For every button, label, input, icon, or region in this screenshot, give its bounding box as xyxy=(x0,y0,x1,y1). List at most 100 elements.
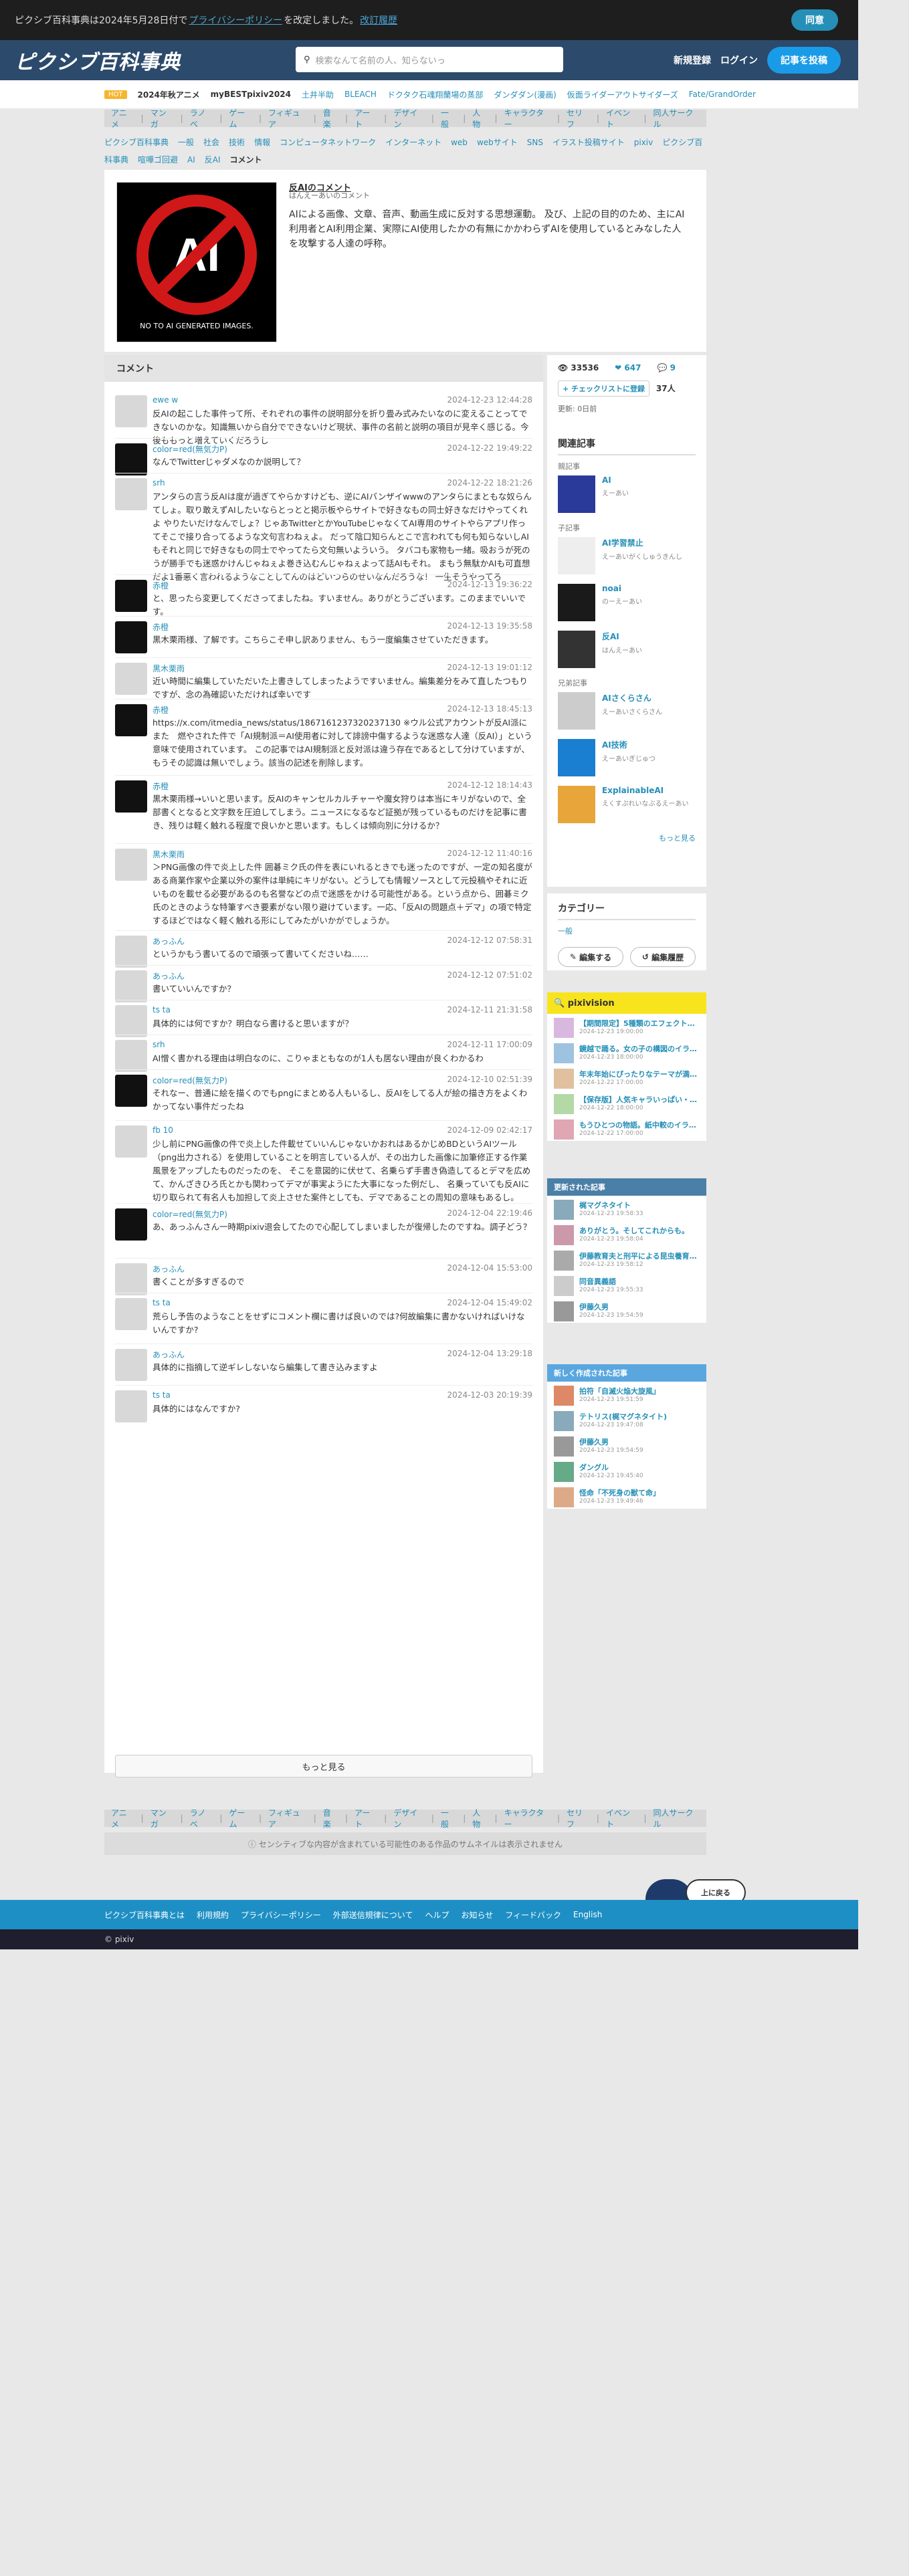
like-count[interactable]: ❤ 647 xyxy=(615,363,641,372)
article-thumbnail[interactable] xyxy=(554,1251,574,1271)
breadcrumb-item[interactable]: SNS xyxy=(527,138,543,147)
sidebar-article-item[interactable]: ありがとう。そしてこれからも。 2024-12-23 19:58:04 xyxy=(547,1221,706,1247)
article-thumbnail[interactable] xyxy=(554,1386,574,1406)
footer-link[interactable]: 利用規約 xyxy=(197,1909,229,1921)
article-link[interactable]: 【保存版】人気キャラいっぱい・プ… xyxy=(579,1094,700,1105)
post-article-button[interactable]: 記事を投稿 xyxy=(767,47,841,74)
article-link[interactable]: 鏡越で踊る。女の子の構図のイラス… xyxy=(579,1043,700,1054)
article-link[interactable]: 年末年始にぴったりなテーマが満載… xyxy=(579,1069,700,1079)
related-thumbnail[interactable] xyxy=(558,786,595,823)
edit-button[interactable]: ✎ 編集する xyxy=(558,947,623,967)
sidebar-article-item[interactable]: 伊藤久男 2024-12-23 19:54:59 xyxy=(547,1297,706,1323)
related-item[interactable]: AI えーあい xyxy=(558,475,696,513)
related-item[interactable]: ExplainableAI えくすぷれいなぶるえーあい xyxy=(558,786,696,823)
checklist-button[interactable]: + チェックリストに登録 xyxy=(558,381,650,397)
sidebar-article-item[interactable]: 怪命「不死身の獣て命」 2024-12-23 19:49:46 xyxy=(547,1483,706,1509)
category-link[interactable]: 音楽 xyxy=(316,1807,345,1830)
login-link[interactable]: ログイン xyxy=(720,53,758,67)
revision-history-link[interactable]: 改訂履歴 xyxy=(360,13,397,27)
comment-author[interactable]: 赤橙 xyxy=(153,780,169,792)
related-item[interactable]: AI学習禁止 えーあいがくしゅうきんし xyxy=(558,537,696,574)
related-item[interactable]: noai のーえーあい xyxy=(558,584,696,621)
article-link[interactable]: 伊藤久男 xyxy=(579,1301,700,1312)
avatar[interactable] xyxy=(115,1390,147,1422)
category-link[interactable]: フィギュア xyxy=(262,107,314,130)
related-name[interactable]: noai xyxy=(602,584,642,593)
breadcrumb-item[interactable]: 反AI xyxy=(205,155,221,165)
trending-link[interactable]: Fate/GrandOrder xyxy=(689,90,756,99)
register-link[interactable]: 新規登録 xyxy=(674,53,711,67)
category-link[interactable]: キャラクター xyxy=(498,107,557,130)
category-link[interactable]: 同人サークル xyxy=(647,107,706,130)
article-thumbnail[interactable]: AI NO TO AI GENERATED IMAGES. xyxy=(116,182,277,342)
comment-author[interactable]: あっふん xyxy=(153,1349,185,1360)
category-link[interactable]: マンガ xyxy=(144,1807,181,1830)
footer-link[interactable]: 外部送信規律について xyxy=(333,1909,413,1921)
breadcrumb-item[interactable]: AI xyxy=(187,155,195,165)
category-link[interactable]: 一般 xyxy=(434,1807,463,1830)
comment-author[interactable]: 赤橙 xyxy=(153,580,169,591)
breadcrumb-item[interactable]: web xyxy=(451,138,468,147)
breadcrumb-item[interactable]: イラスト投稿サイト xyxy=(552,138,625,147)
article-link[interactable]: 梶マグネタイト xyxy=(579,1200,700,1210)
sidebar-article-item[interactable]: 【保存版】人気キャラいっぱい・プ… 2024-12-22 18:00:00 xyxy=(547,1090,706,1115)
category-link[interactable]: アニメ xyxy=(104,1807,141,1830)
comment-author[interactable]: color=red(無気力P) xyxy=(153,443,227,455)
article-link[interactable]: もうひとつの物語。紙中較のイラス… xyxy=(579,1119,700,1130)
article-thumbnail[interactable] xyxy=(554,1225,574,1245)
avatar[interactable] xyxy=(115,1005,147,1037)
category-link[interactable]: フィギュア xyxy=(262,1807,314,1830)
category-link[interactable]: アート xyxy=(348,107,384,130)
sidebar-article-item[interactable]: 【期間限定】5種類のエフェクトを… 2024-12-23 19:00:00 xyxy=(547,1014,706,1039)
footer-link[interactable]: ヘルプ xyxy=(425,1909,449,1921)
avatar[interactable] xyxy=(115,1125,147,1158)
agree-button[interactable]: 同意 xyxy=(791,9,838,31)
breadcrumb-item[interactable]: インターネット xyxy=(385,138,441,147)
related-name[interactable]: AI xyxy=(602,475,629,485)
sidebar-article-item[interactable]: 鏡越で踊る。女の子の構図のイラス… 2024-12-23 18:00:00 xyxy=(547,1039,706,1065)
breadcrumb-item[interactable]: 社会 xyxy=(203,138,219,147)
avatar[interactable] xyxy=(115,936,147,968)
category-link[interactable]: イベント xyxy=(599,1807,644,1830)
breadcrumb-item[interactable]: ピクシブ百科事典 xyxy=(104,138,169,147)
breadcrumb-item[interactable]: pixiv xyxy=(634,138,653,147)
comment-author[interactable]: あっふん xyxy=(153,936,185,947)
breadcrumb-item[interactable]: コンピュータネットワーク xyxy=(280,138,376,147)
avatar[interactable] xyxy=(115,621,147,653)
category-link[interactable]: ゲーム xyxy=(222,107,259,130)
avatar[interactable] xyxy=(115,1208,147,1241)
category-link[interactable]: ラノベ xyxy=(183,107,220,130)
category-link[interactable]: マンガ xyxy=(144,107,181,130)
comment-author[interactable]: あっふん xyxy=(153,1263,185,1275)
related-name[interactable]: AIさくらさん xyxy=(602,692,662,704)
comment-author[interactable]: ewe w xyxy=(153,395,178,405)
category-link[interactable]: キャラクター xyxy=(498,1807,557,1830)
avatar[interactable] xyxy=(115,663,147,695)
category-link[interactable]: 人物 xyxy=(466,107,494,130)
article-thumbnail[interactable] xyxy=(554,1301,574,1321)
comment-author[interactable]: color=red(無気力P) xyxy=(153,1208,227,1220)
trending-link[interactable]: 土井半助 xyxy=(302,89,334,100)
category-link[interactable]: アート xyxy=(348,1807,384,1830)
comment-author[interactable]: ts ta xyxy=(153,1298,171,1307)
comment-author[interactable]: 黒木栗雨 xyxy=(153,663,185,674)
related-thumbnail[interactable] xyxy=(558,739,595,776)
avatar[interactable] xyxy=(115,1040,147,1072)
comment-author[interactable]: あっふん xyxy=(153,970,185,982)
avatar[interactable] xyxy=(115,1349,147,1381)
article-link[interactable]: 拍符「自滅火焔大旋風」 xyxy=(579,1386,700,1396)
comment-author[interactable]: ts ta xyxy=(153,1390,171,1400)
category-link[interactable]: アニメ xyxy=(104,107,141,130)
related-thumbnail[interactable] xyxy=(558,692,595,730)
breadcrumb-item[interactable]: webサイト xyxy=(477,138,518,147)
related-name[interactable]: AI技術 xyxy=(602,739,655,750)
sidebar-article-item[interactable]: 伊藤教育夫と刑平による昆虫養育のヒルカママン2024-12-23 19:58:1… xyxy=(547,1247,706,1272)
related-item[interactable]: 反AI はんえーあい xyxy=(558,631,696,668)
category-link[interactable]: ゲーム xyxy=(222,1807,259,1830)
avatar[interactable] xyxy=(115,1075,147,1107)
category-value[interactable]: 一般 xyxy=(558,926,696,936)
category-link[interactable]: 同人サークル xyxy=(647,1807,706,1830)
avatar[interactable] xyxy=(115,780,147,813)
article-thumbnail[interactable] xyxy=(554,1200,574,1220)
footer-link[interactable]: フィードバック xyxy=(505,1909,561,1921)
